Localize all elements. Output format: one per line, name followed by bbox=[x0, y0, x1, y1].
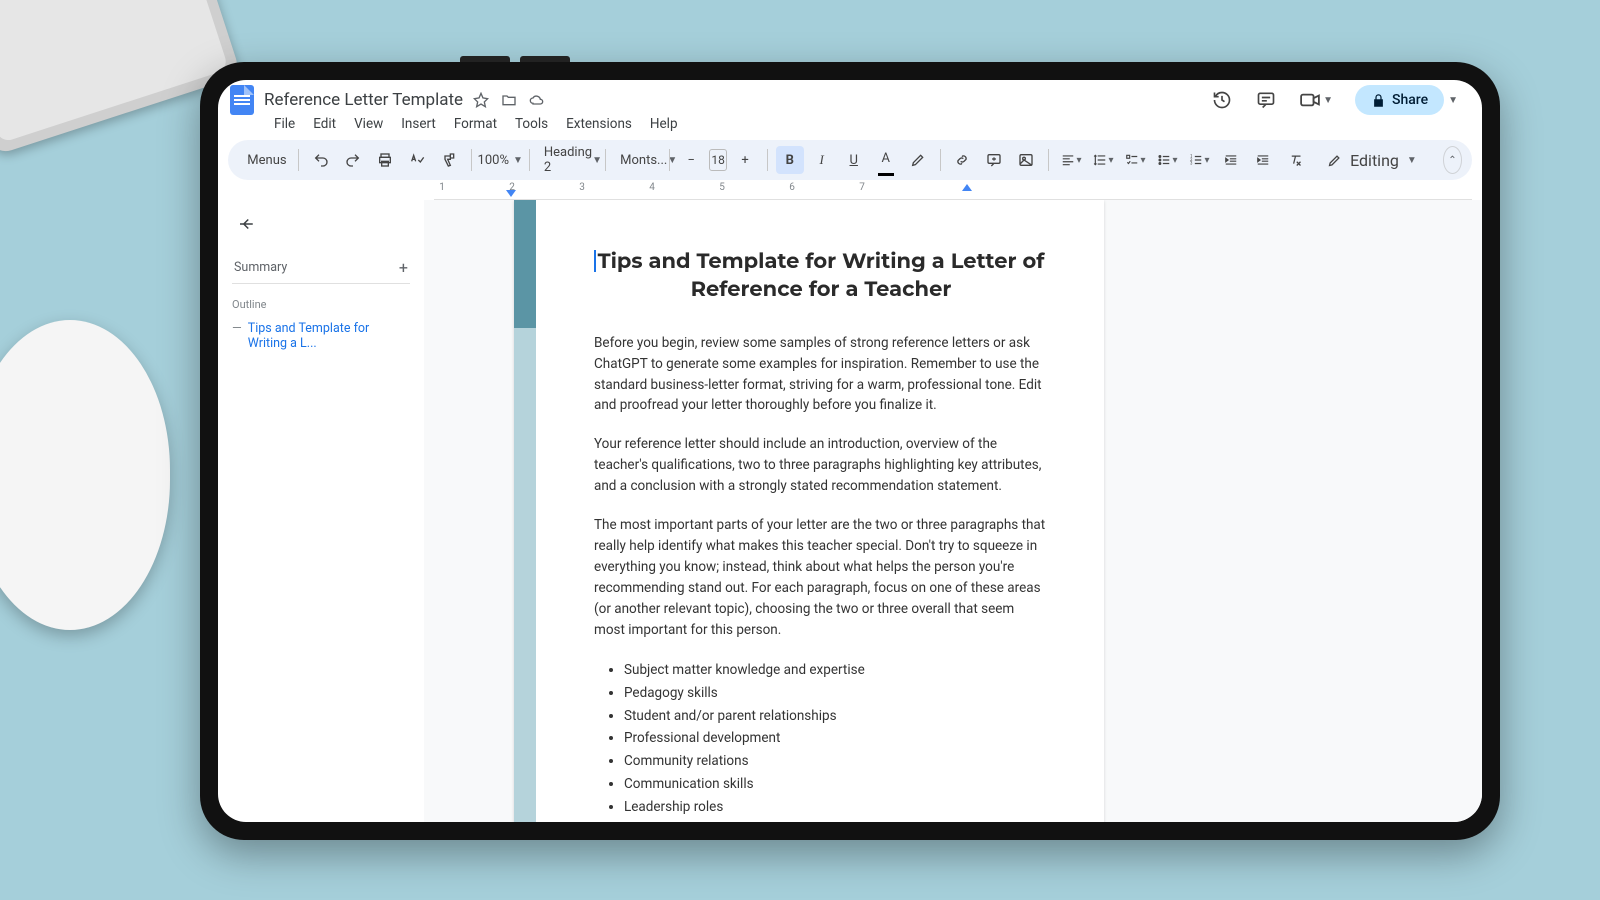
share-button[interactable]: Share bbox=[1355, 85, 1444, 115]
spellcheck-button[interactable] bbox=[403, 146, 431, 174]
cloud-status-icon[interactable] bbox=[529, 92, 545, 108]
meet-button[interactable]: ▼ bbox=[1299, 92, 1333, 108]
share-label: Share bbox=[1392, 92, 1428, 108]
mouse-prop bbox=[0, 320, 170, 630]
ruler-mark: 7 bbox=[859, 182, 865, 193]
svg-text:3: 3 bbox=[1190, 161, 1193, 166]
paragraph[interactable]: Your reference letter should include an … bbox=[594, 434, 1048, 497]
redo-button[interactable] bbox=[339, 146, 367, 174]
menu-view[interactable]: View bbox=[346, 114, 391, 134]
paragraph-style-dropdown[interactable]: Heading 2▼ bbox=[538, 146, 598, 174]
collapse-toolbar-button[interactable]: ⌃ bbox=[1443, 146, 1462, 174]
history-icon[interactable] bbox=[1211, 89, 1233, 111]
ruler-mark: 5 bbox=[719, 182, 725, 193]
text-cursor-icon bbox=[594, 250, 596, 272]
paint-format-button[interactable] bbox=[435, 146, 463, 174]
ruler-mark: 6 bbox=[789, 182, 795, 193]
collapse-outline-button[interactable] bbox=[232, 210, 260, 238]
ruler-mark: 1 bbox=[439, 182, 445, 193]
insert-comment-button[interactable] bbox=[980, 146, 1008, 174]
line-spacing-dropdown[interactable]: ▾ bbox=[1089, 146, 1117, 174]
tablet-frame: Reference Letter Template ▼ Share bbox=[200, 62, 1500, 840]
menubar: File Edit View Insert Format Tools Exten… bbox=[218, 114, 1482, 140]
share-caret-icon[interactable]: ▼ bbox=[1444, 91, 1462, 110]
font-size-decrease[interactable]: − bbox=[677, 146, 705, 174]
list-item[interactable]: Pedagogy skills bbox=[624, 682, 1048, 705]
font-size-input[interactable]: 18 bbox=[709, 149, 727, 171]
summary-label: Summary bbox=[234, 260, 287, 275]
app-window: Reference Letter Template ▼ Share bbox=[218, 80, 1482, 822]
mode-dropdown[interactable]: Editing ▼ bbox=[1313, 147, 1431, 174]
ruler[interactable]: 1 2 3 4 5 6 7 bbox=[434, 182, 1472, 200]
highlight-button[interactable] bbox=[904, 146, 932, 174]
font-size-increase[interactable]: + bbox=[731, 146, 759, 174]
menu-file[interactable]: File bbox=[266, 114, 303, 134]
menu-help[interactable]: Help bbox=[642, 114, 686, 134]
move-icon[interactable] bbox=[501, 92, 517, 108]
menu-tools[interactable]: Tools bbox=[507, 114, 556, 134]
text-color-button[interactable]: A bbox=[872, 146, 900, 174]
list-item[interactable]: Subject matter knowledge and expertise bbox=[624, 659, 1048, 682]
menu-edit[interactable]: Edit bbox=[305, 114, 344, 134]
page[interactable]: Tips and Template for Writing a Letter o… bbox=[514, 200, 1104, 822]
outline-heading: Outline bbox=[232, 298, 410, 311]
mode-label: Editing bbox=[1350, 151, 1399, 170]
toolbar: Menus 100%▼ Heading 2▼ Monts...▼ − 18 + … bbox=[228, 140, 1472, 180]
zoom-dropdown[interactable]: 100%▼ bbox=[479, 146, 521, 174]
list-item[interactable]: Communication skills bbox=[624, 773, 1048, 796]
docs-logo-icon[interactable] bbox=[230, 85, 254, 115]
list-item[interactable]: Student and/or parent relationships bbox=[624, 705, 1048, 728]
menu-format[interactable]: Format bbox=[446, 114, 505, 134]
clear-formatting-button[interactable] bbox=[1281, 146, 1309, 174]
outline-item[interactable]: — Tips and Template for Writing a L... bbox=[232, 321, 410, 351]
paragraph[interactable]: The most important parts of your letter … bbox=[594, 515, 1048, 641]
ruler-mark: 3 bbox=[579, 182, 585, 193]
numbered-list-dropdown[interactable]: 123▾ bbox=[1185, 146, 1213, 174]
print-button[interactable] bbox=[371, 146, 399, 174]
comments-icon[interactable] bbox=[1255, 89, 1277, 111]
bullet-list[interactable]: Subject matter knowledge and expertise P… bbox=[594, 659, 1048, 822]
search-menus[interactable]: Menus bbox=[238, 146, 290, 174]
checklist-dropdown[interactable]: ▾ bbox=[1121, 146, 1149, 174]
paragraph[interactable]: Before you begin, review some samples of… bbox=[594, 333, 1048, 417]
list-item[interactable]: Professional development bbox=[624, 727, 1048, 750]
menu-extensions[interactable]: Extensions bbox=[558, 114, 640, 134]
add-summary-button[interactable]: + bbox=[399, 258, 408, 277]
titlebar: Reference Letter Template ▼ Share bbox=[218, 80, 1482, 114]
star-icon[interactable] bbox=[473, 92, 489, 108]
ruler-mark: 2 bbox=[509, 182, 515, 193]
list-item[interactable]: School pride and loyalty bbox=[624, 819, 1048, 822]
bullet-list-dropdown[interactable]: ▾ bbox=[1153, 146, 1181, 174]
page-accent-bar bbox=[514, 200, 536, 822]
insert-image-button[interactable] bbox=[1012, 146, 1040, 174]
indent-decrease-button[interactable] bbox=[1217, 146, 1245, 174]
document-canvas[interactable]: Tips and Template for Writing a Letter o… bbox=[424, 200, 1482, 822]
outline-dash-icon: — bbox=[232, 321, 242, 351]
list-item[interactable]: Leadership roles bbox=[624, 796, 1048, 819]
undo-button[interactable] bbox=[307, 146, 335, 174]
underline-button[interactable]: U bbox=[840, 146, 868, 174]
italic-button[interactable]: I bbox=[808, 146, 836, 174]
doc-heading[interactable]: Tips and Template for Writing a Letter o… bbox=[594, 248, 1048, 305]
search-menus-label: Menus bbox=[247, 153, 286, 168]
insert-link-button[interactable] bbox=[948, 146, 976, 174]
ruler-mark: 4 bbox=[649, 182, 655, 193]
menu-insert[interactable]: Insert bbox=[393, 114, 444, 134]
bold-button[interactable]: B bbox=[776, 146, 804, 174]
outline-item-label: Tips and Template for Writing a L... bbox=[248, 321, 410, 351]
outline-sidebar: Summary + Outline — Tips and Template fo… bbox=[218, 200, 424, 822]
ruler-right-indent-icon[interactable] bbox=[962, 184, 972, 191]
font-dropdown[interactable]: Monts...▼ bbox=[614, 146, 660, 174]
align-dropdown[interactable]: ▾ bbox=[1057, 146, 1085, 174]
indent-increase-button[interactable] bbox=[1249, 146, 1277, 174]
document-title[interactable]: Reference Letter Template bbox=[264, 90, 463, 110]
list-item[interactable]: Community relations bbox=[624, 750, 1048, 773]
